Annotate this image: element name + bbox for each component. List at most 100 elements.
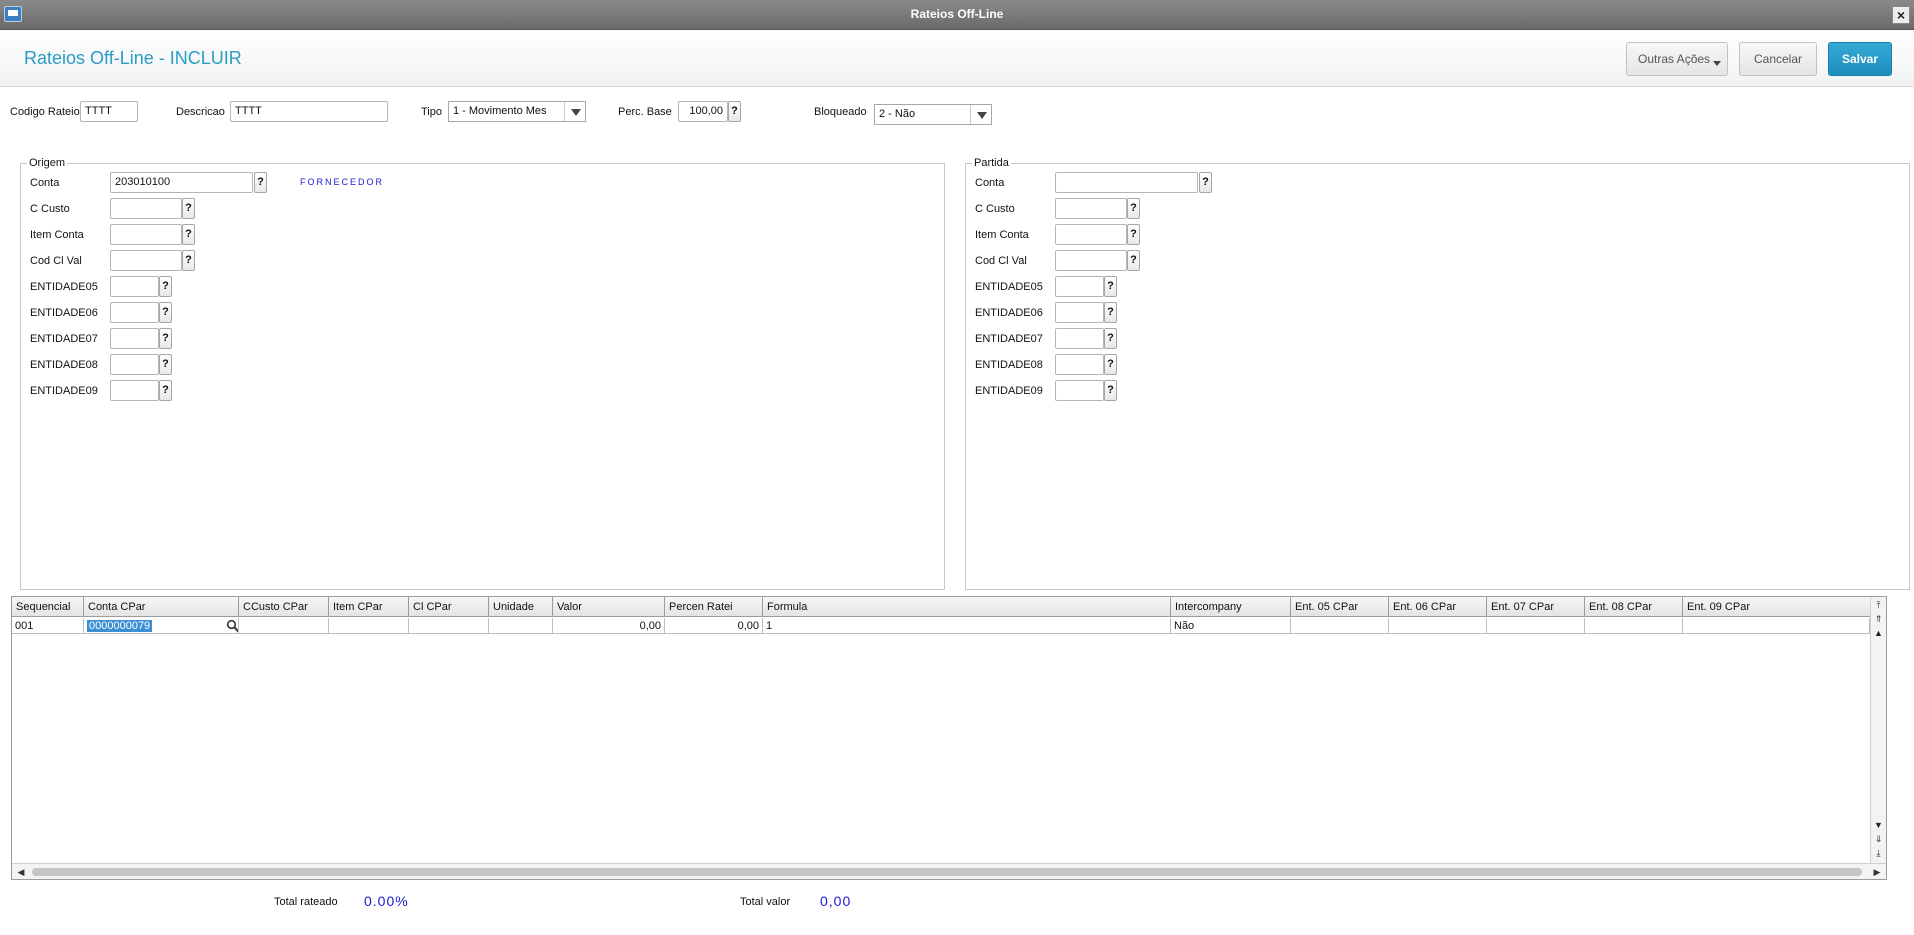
origem-c-custo-input[interactable] — [110, 198, 182, 219]
total-valor-value: 0,00 — [820, 893, 852, 909]
bloqueado-select[interactable]: 2 - Não — [874, 104, 992, 125]
window-titlebar: Rateios Off-Line × — [0, 0, 1914, 30]
close-icon[interactable]: × — [1892, 6, 1910, 24]
cell-conta-cpar[interactable]: 0000000079 — [84, 618, 239, 634]
col-unidade[interactable]: Unidade — [489, 597, 553, 617]
cell-item-cpar[interactable] — [329, 618, 409, 634]
scroll-left-icon[interactable]: ◀ — [16, 866, 26, 878]
cell-unidade[interactable] — [489, 618, 553, 634]
partida-item-conta-input[interactable] — [1055, 224, 1127, 245]
descricao-input[interactable]: TTTT — [230, 101, 388, 122]
col-ent09-cpar[interactable]: Ent. 09 CPar — [1683, 597, 1886, 617]
origem-ent07-input[interactable] — [110, 328, 159, 349]
partida-ent05-label: ENTIDADE05 — [975, 281, 1043, 293]
origem-item-conta-help-button[interactable]: ? — [182, 224, 195, 245]
conta-cpar-selected-value: 0000000079 — [87, 620, 153, 632]
grid-horizontal-scrollbar[interactable]: ◀ ▶ — [12, 863, 1886, 879]
col-ccusto-cpar[interactable]: CCusto CPar — [239, 597, 329, 617]
codigo-rateio-input[interactable]: TTTT — [80, 101, 138, 122]
origem-ent06-input[interactable] — [110, 302, 159, 323]
partida-c-custo-label: C Custo — [975, 203, 1015, 215]
col-formula[interactable]: Formula — [763, 597, 1171, 617]
partida-ent08-input[interactable] — [1055, 354, 1104, 375]
partida-conta-help-button[interactable]: ? — [1199, 172, 1212, 193]
partida-ent06-help-button[interactable]: ? — [1104, 302, 1117, 323]
partida-ent07-help-button[interactable]: ? — [1104, 328, 1117, 349]
cell-sequencial[interactable]: 001 — [12, 618, 84, 634]
grid-header: Sequencial Conta CPar CCusto CPar Item C… — [12, 597, 1886, 617]
perc-base-help-button[interactable]: ? — [728, 101, 741, 122]
col-ent05-cpar[interactable]: Ent. 05 CPar — [1291, 597, 1389, 617]
col-percen-ratei[interactable]: Percen Ratei — [665, 597, 763, 617]
cell-percen-ratei[interactable]: 0,00 — [665, 618, 763, 634]
scroll-down-icon[interactable]: ▼ — [1873, 819, 1884, 831]
col-ent08-cpar[interactable]: Ent. 08 CPar — [1585, 597, 1683, 617]
partida-conta-label: Conta — [975, 177, 1005, 189]
cell-ent08-cpar[interactable] — [1585, 618, 1683, 634]
partida-ent05-help-button[interactable]: ? — [1104, 276, 1117, 297]
origem-ent09-help-button[interactable]: ? — [159, 380, 172, 401]
col-item-cpar[interactable]: Item CPar — [329, 597, 409, 617]
col-intercompany[interactable]: Intercompany — [1171, 597, 1291, 617]
rateio-grid[interactable]: Sequencial Conta CPar CCusto CPar Item C… — [11, 596, 1887, 880]
cell-ent07-cpar[interactable] — [1487, 618, 1585, 634]
cell-formula[interactable]: 1 — [763, 618, 1171, 634]
origem-ent08-help-button[interactable]: ? — [159, 354, 172, 375]
origem-ent08-input[interactable] — [110, 354, 159, 375]
partida-c-custo-help-button[interactable]: ? — [1127, 198, 1140, 219]
origem-cod-cl-val-input[interactable] — [110, 250, 182, 271]
partida-ent05-input[interactable] — [1055, 276, 1104, 297]
cell-valor[interactable]: 0,00 — [553, 618, 665, 634]
scroll-bottom-icon[interactable]: ⤓ — [1873, 847, 1884, 859]
partida-item-conta-help-button[interactable]: ? — [1127, 224, 1140, 245]
perc-base-input[interactable]: 100,00 — [678, 101, 728, 122]
scroll-page-down-icon[interactable]: ⇓ — [1873, 833, 1884, 845]
origem-ent05-label: ENTIDADE05 — [30, 281, 98, 293]
origem-ent06-help-button[interactable]: ? — [159, 302, 172, 323]
origem-conta-help-button[interactable]: ? — [254, 172, 267, 193]
origem-ent07-help-button[interactable]: ? — [159, 328, 172, 349]
outras-acoes-button[interactable]: Outras Ações — [1626, 42, 1728, 76]
origem-conta-input[interactable]: 203010100 — [110, 172, 253, 193]
col-sequencial[interactable]: Sequencial — [12, 597, 84, 617]
cell-ent09-cpar[interactable] — [1683, 618, 1870, 634]
partida-conta-input[interactable] — [1055, 172, 1198, 193]
origem-item-conta-input[interactable] — [110, 224, 182, 245]
partida-c-custo-input[interactable] — [1055, 198, 1127, 219]
partida-cod-cl-val-input[interactable] — [1055, 250, 1127, 271]
grid-vertical-scrollbar[interactable]: ⤒ ⇑ ▲ ▼ ⇓ ⤓ — [1870, 597, 1886, 863]
scroll-top-icon[interactable]: ⤒ — [1873, 599, 1884, 611]
origem-c-custo-help-button[interactable]: ? — [182, 198, 195, 219]
table-row[interactable]: 001 0000000079 0,00 0,00 1 Não — [12, 618, 1886, 634]
origem-cod-cl-val-help-button[interactable]: ? — [182, 250, 195, 271]
scroll-right-icon[interactable]: ▶ — [1872, 866, 1882, 878]
cell-ent06-cpar[interactable] — [1389, 618, 1487, 634]
partida-ent08-help-button[interactable]: ? — [1104, 354, 1117, 375]
tipo-value: 1 - Movimento Mes — [453, 105, 547, 117]
col-ent06-cpar[interactable]: Ent. 06 CPar — [1389, 597, 1487, 617]
col-valor[interactable]: Valor — [553, 597, 665, 617]
scroll-page-up-icon[interactable]: ⇑ — [1873, 613, 1884, 625]
partida-cod-cl-val-help-button[interactable]: ? — [1127, 250, 1140, 271]
col-ent07-cpar[interactable]: Ent. 07 CPar — [1487, 597, 1585, 617]
cell-ccusto-cpar[interactable] — [239, 618, 329, 634]
col-conta-cpar[interactable]: Conta CPar — [84, 597, 239, 617]
origem-ent09-input[interactable] — [110, 380, 159, 401]
origem-ent05-input[interactable] — [110, 276, 159, 297]
search-icon[interactable] — [226, 619, 239, 633]
partida-ent09-help-button[interactable]: ? — [1104, 380, 1117, 401]
save-button[interactable]: Salvar — [1828, 42, 1892, 76]
cell-intercompany[interactable]: Não — [1171, 618, 1291, 634]
partida-ent09-input[interactable] — [1055, 380, 1104, 401]
origem-ent05-help-button[interactable]: ? — [159, 276, 172, 297]
cell-cl-cpar[interactable] — [409, 618, 489, 634]
partida-ent07-input[interactable] — [1055, 328, 1104, 349]
partida-ent06-input[interactable] — [1055, 302, 1104, 323]
scroll-up-icon[interactable]: ▲ — [1873, 627, 1884, 639]
horizontal-scroll-thumb[interactable] — [32, 868, 1862, 876]
cell-ent05-cpar[interactable] — [1291, 618, 1389, 634]
col-cl-cpar[interactable]: Cl CPar — [409, 597, 489, 617]
cancel-button[interactable]: Cancelar — [1739, 42, 1817, 76]
tipo-select[interactable]: 1 - Movimento Mes — [448, 101, 586, 122]
origem-ent07-label: ENTIDADE07 — [30, 333, 98, 345]
